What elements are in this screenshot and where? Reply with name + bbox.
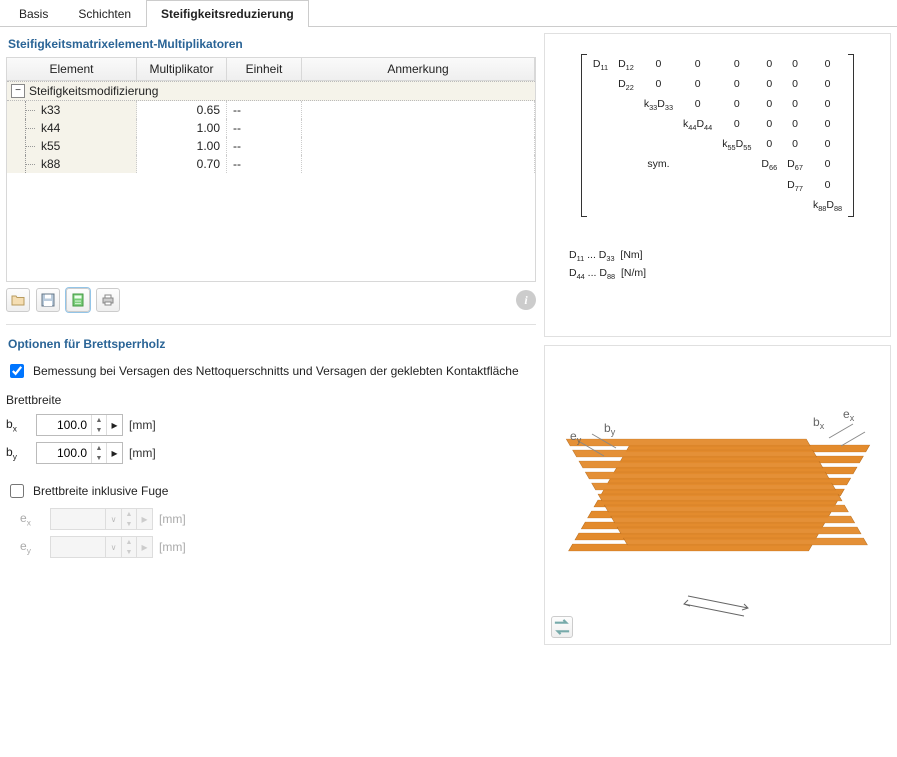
open-folder-button[interactable]: [6, 288, 30, 312]
by-spinner[interactable]: ▲ ▼ ▸: [36, 442, 123, 464]
ex-unit: [mm]: [159, 512, 186, 526]
tab-schichten[interactable]: Schichten: [63, 0, 146, 27]
checkbox-joint-width[interactable]: Brettbreite inklusive Fuge: [6, 477, 536, 505]
ey-step-icon: ▸: [136, 537, 152, 557]
checkbox-net-failure[interactable]: Bemessung bei Versagen des Nettoquerschn…: [6, 357, 536, 385]
info-button[interactable]: i: [516, 290, 536, 310]
calculator-icon: [71, 293, 85, 307]
group-label: Steifigkeitsmodifizierung: [29, 84, 158, 98]
save-button[interactable]: [36, 288, 60, 312]
swap-icon: [552, 497, 572, 757]
cell-unit: --: [233, 121, 241, 135]
ex-step-icon: ▸: [136, 509, 152, 529]
cell-element: k88: [41, 157, 60, 171]
svg-text:ex: ex: [843, 407, 855, 423]
matrix: D11D12000000 D22000000 k33D3300000 k44D4…: [581, 54, 854, 217]
ex-up-icon: ▲: [122, 509, 136, 519]
ex-dropdown-icon: ∨: [105, 509, 121, 529]
cell-unit: --: [233, 103, 241, 117]
table-row[interactable]: k88 0.70 --: [7, 155, 535, 173]
grid-group-row[interactable]: − Steifigkeitsmodifizierung: [7, 81, 535, 101]
ey-dropdown-icon: ∨: [105, 537, 121, 557]
ex-input: [51, 509, 105, 529]
ey-field: ey ∨ ▲ ▼ ▸ [mm]: [6, 533, 536, 561]
cell-mult: 0.70: [197, 157, 220, 171]
bx-input[interactable]: [37, 415, 91, 435]
by-unit: [mm]: [129, 446, 156, 460]
ey-down-icon: ▼: [122, 547, 136, 557]
ey-up-icon: ▲: [122, 537, 136, 547]
bx-spinner[interactable]: ▲ ▼ ▸: [36, 414, 123, 436]
multiplier-grid: Element Multiplikator Einheit Anmerkung …: [6, 57, 536, 282]
multiplier-panel: Steifigkeitsmatrixelement-Multiplikatore…: [6, 33, 536, 325]
tab-basis[interactable]: Basis: [4, 0, 63, 27]
printer-icon: [101, 293, 115, 307]
svg-text:bx: bx: [813, 415, 825, 431]
info-icon: i: [524, 293, 527, 308]
ex-label: ex: [20, 511, 44, 527]
table-row[interactable]: k33 0.65 --: [7, 101, 535, 119]
board-width-label: Brettbreite: [6, 385, 536, 411]
matrix-legend-1: D11 ... D33 [Nm]: [569, 247, 646, 265]
clt-illustration: ex bx ey by: [553, 365, 883, 625]
bx-down-icon[interactable]: ▼: [92, 425, 106, 435]
svg-text:ey: ey: [570, 429, 582, 445]
by-label: by: [6, 445, 30, 461]
bx-field: bx ▲ ▼ ▸ [mm]: [6, 411, 536, 439]
cell-mult: 0.65: [197, 103, 220, 117]
column-anmerkung[interactable]: Anmerkung: [302, 58, 535, 80]
cell-unit: --: [233, 157, 241, 171]
by-down-icon[interactable]: ▼: [92, 453, 106, 463]
checkbox-joint-width-input[interactable]: [10, 484, 24, 498]
print-button[interactable]: [96, 288, 120, 312]
svg-text:by: by: [604, 421, 616, 437]
ey-input: [51, 537, 105, 557]
cell-element: k55: [41, 139, 60, 153]
swap-view-button[interactable]: [551, 616, 573, 638]
ey-unit: [mm]: [159, 540, 186, 554]
ex-spinner: ∨ ▲ ▼ ▸: [50, 508, 153, 530]
grid-toolbar: i: [6, 282, 536, 318]
cell-element: k44: [41, 121, 60, 135]
cell-mult: 1.00: [197, 121, 220, 135]
by-input[interactable]: [37, 443, 91, 463]
matrix-legend-2: D44 ... D88 [N/m]: [569, 265, 646, 283]
cell-unit: --: [233, 139, 241, 153]
matrix-legend: D11 ... D33 [Nm] D44 ... D88 [N/m]: [555, 247, 646, 283]
options-panel-title: Optionen für Brettsperrholz: [6, 333, 536, 357]
illustration-panel: ex bx ey by: [544, 345, 891, 645]
by-up-icon[interactable]: ▲: [92, 443, 106, 453]
bx-up-icon[interactable]: ▲: [92, 415, 106, 425]
bx-unit: [mm]: [129, 418, 156, 432]
checkbox-joint-width-label: Brettbreite inklusive Fuge: [33, 484, 168, 498]
checkbox-net-failure-label: Bemessung bei Versagen des Nettoquerschn…: [33, 364, 519, 378]
table-row[interactable]: k44 1.00 --: [7, 119, 535, 137]
grid-header: Element Multiplikator Einheit Anmerkung: [7, 58, 535, 81]
column-multiplikator[interactable]: Multiplikator: [137, 58, 227, 80]
floppy-icon: [41, 293, 55, 307]
stiffness-matrix-display: D11D12000000 D22000000 k33D3300000 k44D4…: [544, 33, 891, 337]
collapse-icon[interactable]: −: [11, 84, 25, 98]
multiplier-panel-title: Steifigkeitsmatrixelement-Multiplikatore…: [6, 33, 536, 57]
calc-button[interactable]: [66, 288, 90, 312]
folder-icon: [11, 293, 25, 307]
by-step-icon[interactable]: ▸: [106, 443, 122, 463]
cell-mult: 1.00: [197, 139, 220, 153]
checkbox-net-failure-input[interactable]: [10, 364, 24, 378]
cell-element: k33: [41, 103, 60, 117]
by-field: by ▲ ▼ ▸ [mm]: [6, 439, 536, 467]
bx-label: bx: [6, 417, 30, 433]
ey-label: ey: [20, 539, 44, 555]
tab-steifigkeitsreduzierung[interactable]: Steifigkeitsreduzierung: [146, 0, 309, 27]
grid-body: − Steifigkeitsmodifizierung k33 0.65 -- …: [7, 81, 535, 281]
ex-field: ex ∨ ▲ ▼ ▸ [mm]: [6, 505, 536, 533]
ey-spinner: ∨ ▲ ▼ ▸: [50, 536, 153, 558]
table-row[interactable]: k55 1.00 --: [7, 137, 535, 155]
tab-bar: Basis Schichten Steifigkeitsreduzierung: [0, 0, 897, 27]
bx-step-icon[interactable]: ▸: [106, 415, 122, 435]
column-einheit[interactable]: Einheit: [227, 58, 302, 80]
options-panel: Optionen für Brettsperrholz Bemessung be…: [6, 333, 536, 567]
column-element[interactable]: Element: [7, 58, 137, 80]
ex-down-icon: ▼: [122, 519, 136, 529]
